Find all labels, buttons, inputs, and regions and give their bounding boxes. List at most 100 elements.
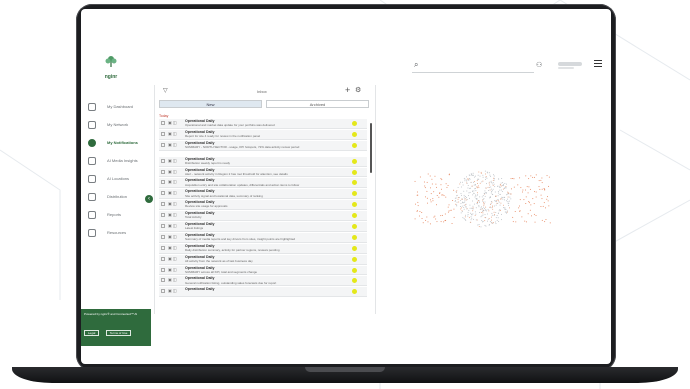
globe-particle	[417, 210, 418, 211]
row-checkbox[interactable]	[161, 202, 165, 206]
search-input[interactable]: ⌕	[412, 60, 534, 73]
globe-point	[485, 207, 486, 208]
sidebar-item-media-insights[interactable]: AI Media Insights	[81, 156, 151, 168]
globe-point	[496, 196, 497, 197]
globe-point	[487, 172, 488, 173]
row-checkbox[interactable]	[161, 268, 165, 272]
globe-point	[484, 225, 485, 226]
row-checkbox[interactable]	[161, 257, 165, 261]
globe-point	[494, 200, 495, 201]
globe-point	[497, 215, 498, 216]
globe-particle	[519, 211, 520, 212]
list-item[interactable]: ▣ ◫ Operational Daily Total Activity	[159, 211, 367, 221]
globe-point	[494, 186, 495, 187]
globe-particle	[417, 202, 418, 203]
list-item[interactable]: ▣ ◫ Operational Daily SUMMARY - NORTH SECT…	[159, 141, 367, 151]
list-item[interactable]: ▣ ◫ Operational Daily Site activity signal…	[159, 189, 367, 199]
row-checkbox[interactable]	[161, 143, 165, 147]
sidebar-item-dashboard[interactable]: My Dashboard	[81, 102, 151, 114]
filter-icon[interactable]: ▽	[163, 87, 168, 94]
list-item[interactable]: ▣ ◫ Operational Daily Latest listings	[159, 222, 367, 232]
row-checkbox[interactable]	[161, 224, 165, 228]
row-checkbox[interactable]	[161, 170, 165, 174]
globe-point	[498, 217, 499, 218]
globe-point	[496, 205, 497, 206]
globe-point	[502, 199, 503, 200]
list-item[interactable]: ▣ ◫ Operational Daily Alert - network acti…	[159, 168, 367, 178]
sidebar-item-distribution[interactable]: Distribution	[81, 192, 151, 204]
globe-point	[495, 191, 496, 192]
globe-point	[485, 210, 486, 211]
row-checkbox[interactable]	[161, 132, 165, 136]
globe-point	[485, 209, 486, 210]
globe-particle	[512, 178, 513, 179]
sidebar-item-locations[interactable]: AI Locations	[81, 174, 151, 186]
globe-point	[461, 207, 462, 208]
collapse-sidebar-button[interactable]: ‹	[145, 195, 153, 203]
tab-new[interactable]: New	[159, 100, 262, 108]
globe-particle	[523, 199, 524, 200]
globe-graphic	[413, 139, 573, 259]
list-item[interactable]: ▣ ◫ Operational Daily Review site usage fo…	[159, 200, 367, 210]
list-item[interactable]: ▣ ◫ Operational Daily Summary of media rep…	[159, 233, 367, 243]
row-checkbox[interactable]	[161, 246, 165, 250]
list-item[interactable]: ▣ ◫ Operational Daily SUMMARY across all K…	[159, 266, 367, 276]
scrollbar[interactable]	[370, 123, 372, 173]
list-item[interactable]: ▣ ◫ Operational Daily Daily distribution s…	[159, 244, 367, 254]
resources-icon	[88, 229, 96, 237]
list-item[interactable]: ▣ ◫ Operational Daily All activity from th…	[159, 255, 367, 265]
globe-point	[464, 197, 465, 198]
globe-particle	[430, 199, 431, 200]
globe-point	[494, 175, 495, 176]
hamburger-menu-icon[interactable]	[594, 60, 602, 69]
list-item[interactable]: ▣ ◫ Operational Daily	[159, 287, 367, 297]
sidebar-item-reports[interactable]: Reports	[81, 210, 151, 222]
globe-point	[482, 221, 483, 222]
list-item[interactable]: ▣ ◫ Operational Daily Report for site 4 re…	[159, 130, 367, 140]
row-checkbox[interactable]	[161, 121, 165, 125]
sidebar-item-network[interactable]: My Network	[81, 120, 151, 132]
list-item[interactable]: ▣ ◫ Operational Daily Distribution weekly …	[159, 157, 367, 167]
sidebar-item-resources[interactable]: Resources	[81, 228, 151, 240]
globe-point	[466, 197, 467, 198]
row-checkbox[interactable]	[161, 289, 165, 293]
globe-particle	[548, 205, 549, 206]
globe-point	[478, 175, 479, 176]
list-item[interactable]: ▣ ◫ Operational Daily General notification…	[159, 276, 367, 286]
notification-type-icon: ▣ ◫	[168, 256, 177, 261]
row-checkbox[interactable]	[161, 180, 165, 184]
globe-point	[491, 203, 492, 204]
unread-badge	[352, 143, 357, 148]
tab-archived[interactable]: Archived	[266, 100, 369, 108]
row-checkbox[interactable]	[161, 235, 165, 239]
gear-icon[interactable]: ⚙	[355, 86, 361, 94]
globe-point	[464, 202, 465, 203]
globe-point	[470, 188, 471, 189]
row-checkbox[interactable]	[161, 191, 165, 195]
globe-particle	[434, 216, 435, 217]
globe-point	[509, 201, 510, 202]
unread-badge	[352, 202, 357, 207]
globe-point	[491, 207, 492, 208]
row-checkbox[interactable]	[161, 159, 165, 163]
terms-button[interactable]: Terms of Use	[106, 330, 132, 336]
notifications-panel: ▽ Inbox + ⚙ New Archived Today Yesterday…	[154, 85, 376, 314]
globe-point	[469, 205, 470, 206]
globe-point	[471, 214, 472, 215]
globe-point	[491, 181, 492, 182]
row-checkbox[interactable]	[161, 213, 165, 217]
list-item[interactable]: ▣ ◫ Operational Daily Operational and mark…	[159, 119, 367, 129]
legal-button[interactable]: Legal	[84, 330, 99, 336]
laptop-notch	[305, 367, 385, 372]
globe-particle	[449, 204, 450, 205]
globe-point	[470, 192, 471, 193]
row-checkbox[interactable]	[161, 278, 165, 282]
globe-point	[466, 200, 467, 201]
app-logo[interactable]: nginr	[96, 54, 126, 80]
list-item[interactable]: ▣ ◫ Operational Daily Acquisition entry an…	[159, 178, 367, 188]
sidebar-item-notifications[interactable]: My Notifications	[81, 138, 151, 150]
globe-particle	[530, 210, 531, 211]
add-icon[interactable]: +	[345, 85, 350, 95]
user-icon[interactable]: ⚇	[536, 61, 542, 69]
globe-point	[493, 182, 494, 183]
